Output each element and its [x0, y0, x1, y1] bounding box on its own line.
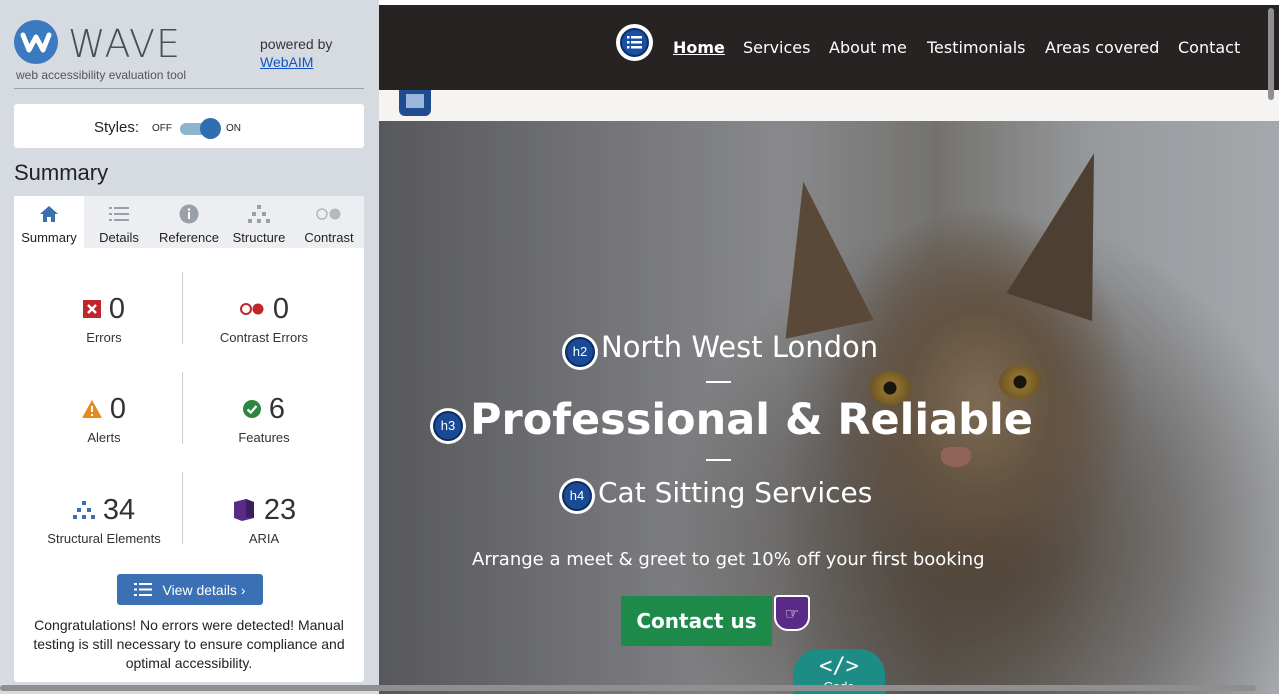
- wave-subtitle: web accessibility evaluation tool: [16, 68, 187, 82]
- h3-badge-icon[interactable]: h3: [430, 408, 466, 444]
- nav-services[interactable]: Services: [743, 38, 810, 57]
- error-icon: [82, 300, 101, 318]
- structural-label: Structural Elements: [47, 531, 161, 546]
- contrast-errors-count: 0: [272, 292, 290, 325]
- hero-h2: North West London: [601, 330, 879, 364]
- summary-panel: 0 Errors 0 Contrast Errors 0 Alerts 6 Fe…: [14, 248, 364, 682]
- contrast-errors-label: Contrast Errors: [219, 330, 309, 345]
- site-header: Home Services About me Testimonials Area…: [379, 5, 1279, 90]
- stat-contrast-errors[interactable]: 0 Contrast Errors: [179, 292, 349, 346]
- aria-count: 23: [263, 493, 297, 526]
- aria-icon: [233, 499, 254, 521]
- styles-toggle-knob[interactable]: [200, 118, 221, 139]
- tab-summary[interactable]: Summary: [14, 196, 84, 248]
- alert-icon: [81, 400, 102, 418]
- view-details-label: View details ›: [162, 581, 246, 598]
- stat-aria[interactable]: 23 ARIA: [179, 493, 349, 546]
- wave-menu-icon[interactable]: [616, 24, 653, 61]
- powered-by: powered by WebAIM: [260, 35, 332, 71]
- alerts-count: 0: [109, 392, 127, 425]
- tab-label: Summary: [21, 230, 77, 245]
- list-icon: [109, 207, 129, 221]
- code-icon: </>: [819, 654, 859, 679]
- tab-details[interactable]: Details: [84, 196, 154, 248]
- styles-label: Styles:: [94, 119, 140, 136]
- structure-badge-icon[interactable]: [399, 90, 431, 116]
- stat-structural-elements[interactable]: 34 Structural Elements: [19, 493, 189, 547]
- nav-contact[interactable]: Contact: [1178, 38, 1240, 57]
- wave-logo-text: WAVE: [68, 22, 182, 66]
- nav-about-me[interactable]: About me: [829, 38, 907, 57]
- summary-heading: Summary: [14, 160, 109, 185]
- stat-alerts[interactable]: 0 Alerts: [19, 392, 189, 445]
- styles-off-label: OFF: [152, 123, 172, 134]
- h2-badge-icon[interactable]: h2: [562, 334, 598, 370]
- hero-section: h2 North West London h3 Professional & R…: [379, 121, 1279, 694]
- nav-testimonials[interactable]: Testimonials: [927, 38, 1026, 57]
- tab-label: Reference: [159, 230, 219, 245]
- stat-errors[interactable]: 0 Errors: [19, 292, 189, 345]
- errors-label: Errors: [86, 330, 122, 345]
- hero-paragraph: Arrange a meet & greet to get 10% off yo…: [472, 549, 985, 570]
- tab-contrast[interactable]: Contrast: [294, 196, 364, 248]
- aria-label: ARIA: [248, 531, 280, 546]
- header-strip: [379, 90, 1279, 121]
- contrast-icon: [316, 208, 341, 220]
- divider: [706, 459, 731, 461]
- home-icon: [40, 206, 58, 222]
- h4-badge-icon[interactable]: h4: [559, 478, 595, 514]
- structural-count: 34: [102, 493, 136, 526]
- webaim-link[interactable]: WebAIM: [260, 53, 332, 71]
- congrats-message: Congratulations! No errors were detected…: [33, 617, 345, 671]
- errors-count: 0: [108, 292, 126, 325]
- wave-tabs: Summary Details Reference Structure Cont…: [14, 196, 364, 248]
- wave-logo[interactable]: WAVE web accessibility evaluation tool p…: [14, 18, 364, 88]
- wave-sidebar: WAVE web accessibility evaluation tool p…: [0, 0, 379, 694]
- list-icon: [134, 583, 153, 596]
- divider: [14, 88, 364, 89]
- styles-on-label: ON: [226, 123, 241, 134]
- stat-features[interactable]: 6 Features: [179, 392, 349, 446]
- divider: [706, 381, 731, 383]
- hero-h4: Cat Sitting Services: [598, 476, 873, 509]
- features-count: 6: [268, 392, 286, 425]
- structure-icon: [72, 501, 95, 519]
- horizontal-scrollbar[interactable]: [0, 685, 1256, 691]
- contact-us-button[interactable]: Contact us: [621, 596, 772, 646]
- tab-label: Details: [99, 230, 139, 245]
- website-frame: Home Services About me Testimonials Area…: [379, 5, 1279, 694]
- view-details-button[interactable]: View details ›: [117, 574, 263, 605]
- tab-label: Contrast: [304, 230, 354, 245]
- wave-logo-icon: [14, 20, 58, 64]
- vertical-scrollbar[interactable]: [1268, 8, 1274, 100]
- feature-icon: [242, 400, 261, 418]
- tab-structure[interactable]: Structure: [224, 196, 294, 248]
- tab-reference[interactable]: Reference: [154, 196, 224, 248]
- alerts-label: Alerts: [87, 430, 121, 445]
- styles-toggle-panel: Styles: OFF ON: [14, 104, 364, 148]
- nav-home[interactable]: Home: [673, 38, 725, 57]
- contrast-error-icon: [239, 303, 264, 315]
- tab-label: Structure: [232, 230, 286, 245]
- info-icon: [179, 204, 199, 224]
- nav-areas-covered[interactable]: Areas covered: [1045, 38, 1159, 57]
- powered-by-label: powered by: [260, 36, 333, 52]
- hero-h3: Professional & Reliable: [470, 395, 1033, 445]
- features-label: Features: [238, 430, 290, 445]
- structure-icon: [248, 205, 270, 223]
- aria-badge-icon[interactable]: ☞: [774, 595, 810, 631]
